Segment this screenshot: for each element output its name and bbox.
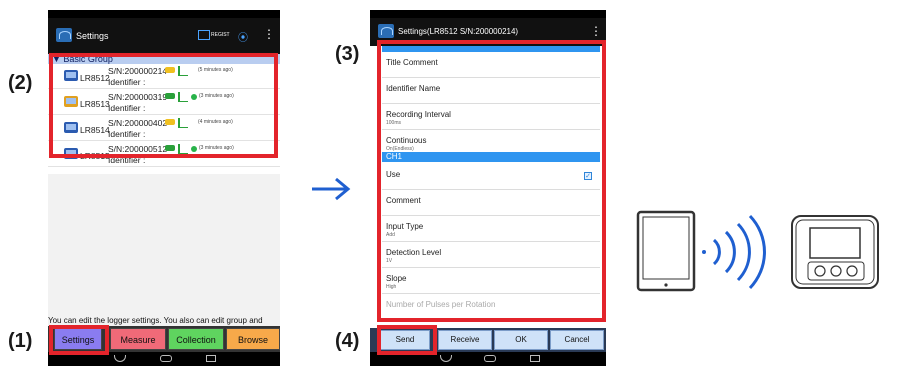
wireless-signal-icon bbox=[702, 214, 766, 290]
tab-browse[interactable]: Browse bbox=[226, 328, 280, 350]
step-2-label: (2) bbox=[8, 72, 33, 94]
status-bar bbox=[370, 10, 606, 18]
ok-button[interactable]: OK bbox=[494, 330, 548, 350]
overflow-menu-icon[interactable]: ⋮ bbox=[590, 24, 602, 38]
app-logo-icon bbox=[56, 28, 72, 42]
regist-icon[interactable] bbox=[198, 30, 210, 40]
settings-tab-highlight bbox=[49, 325, 109, 355]
device-list-highlight bbox=[49, 53, 278, 158]
wireless-icon[interactable]: ⦿ bbox=[238, 29, 248, 44]
receive-button[interactable]: Receive bbox=[438, 330, 492, 350]
cancel-button[interactable]: Cancel bbox=[550, 330, 604, 350]
overflow-menu-icon[interactable]: ⋮ bbox=[263, 27, 275, 41]
step-4-label: (4) bbox=[335, 330, 360, 352]
settings-list-highlight bbox=[377, 40, 606, 322]
screen-title: Settings(LR8512 S/N:200000214) bbox=[398, 27, 519, 36]
app-logo-icon bbox=[378, 24, 394, 38]
step-3-label: (3) bbox=[335, 43, 360, 65]
data-logger-icon bbox=[791, 215, 879, 289]
back-icon[interactable] bbox=[440, 355, 452, 362]
recents-icon[interactable] bbox=[530, 355, 540, 362]
app-bar: Settings REGIST ⦿ ⋮ bbox=[48, 18, 280, 54]
app-title: Settings bbox=[76, 31, 109, 41]
tab-measure[interactable]: Measure bbox=[110, 328, 166, 350]
send-button-highlight bbox=[377, 325, 437, 355]
tab-collection[interactable]: Collection bbox=[168, 328, 224, 350]
regist-label[interactable]: REGIST bbox=[211, 32, 230, 38]
tablet-icon bbox=[636, 210, 696, 292]
back-icon[interactable] bbox=[114, 355, 126, 362]
wireless-illustration bbox=[636, 210, 879, 292]
recents-icon[interactable] bbox=[206, 355, 216, 362]
status-bar bbox=[48, 10, 280, 18]
home-icon[interactable] bbox=[484, 355, 496, 362]
step-1-label: (1) bbox=[8, 330, 33, 352]
home-icon[interactable] bbox=[160, 355, 172, 362]
arrow-right-icon bbox=[312, 177, 351, 201]
